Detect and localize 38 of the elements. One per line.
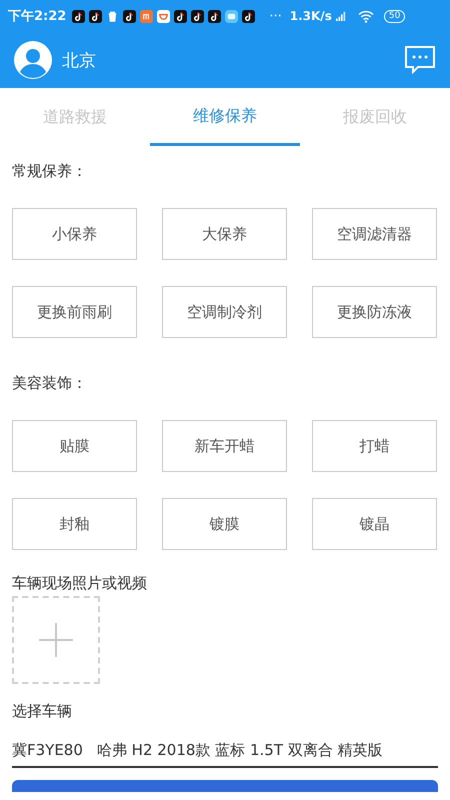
music-note-icon (89, 10, 102, 22)
service-option[interactable]: 打蜡 (312, 420, 437, 472)
more-text: ··· (269, 8, 282, 24)
music-note-icon (191, 10, 204, 22)
clock-text: 下午2:22 (8, 8, 66, 25)
plus-icon (38, 622, 74, 658)
music-note-icon (242, 10, 256, 22)
service-option[interactable]: 新车开蜡 (162, 420, 287, 472)
service-option[interactable]: 大保养 (162, 208, 287, 260)
app-icon (225, 10, 238, 22)
chat-icon[interactable] (404, 45, 436, 75)
music-note-icon (208, 10, 222, 22)
app-icon (140, 10, 154, 22)
wifi-icon (358, 10, 374, 22)
vehicle-field[interactable]: 冀F3YE80 哈弗 H2 2018款 蓝标 1.5T 双离合 精英版 (12, 734, 438, 768)
music-note-icon (174, 10, 188, 22)
section-title: 车辆现场照片或视频 (11, 573, 148, 594)
avatar-icon[interactable] (14, 41, 52, 79)
signal-icon (336, 11, 346, 21)
service-option[interactable]: 空调滤清器 (312, 208, 437, 260)
section-title: 美容装饰： (12, 373, 88, 394)
section-title: 常规保养： (12, 161, 88, 182)
network-speed: 1.3K/s (290, 9, 332, 23)
service-option[interactable]: 贴膜 (12, 420, 137, 472)
plate-number: 冀F3YE80 (12, 740, 83, 760)
service-option[interactable]: 更换前雨刷 (12, 286, 137, 338)
music-note-icon (72, 10, 86, 22)
vehicle-model: 哈弗 H2 2018款 蓝标 1.5T 双离合 精英版 (96, 740, 383, 760)
app-icon (157, 10, 170, 22)
section-title: 选择车辆 (11, 701, 73, 722)
service-option[interactable]: 小保养 (12, 208, 137, 260)
service-option[interactable]: 空调制冷剂 (162, 286, 287, 338)
music-note-icon (123, 10, 136, 22)
service-option[interactable]: 封釉 (12, 498, 137, 550)
service-option[interactable]: 更换防冻液 (312, 286, 437, 338)
service-option[interactable]: 镀晶 (312, 498, 437, 550)
battery-indicator: 50 (384, 10, 406, 22)
service-option[interactable]: 镀膜 (162, 498, 287, 550)
